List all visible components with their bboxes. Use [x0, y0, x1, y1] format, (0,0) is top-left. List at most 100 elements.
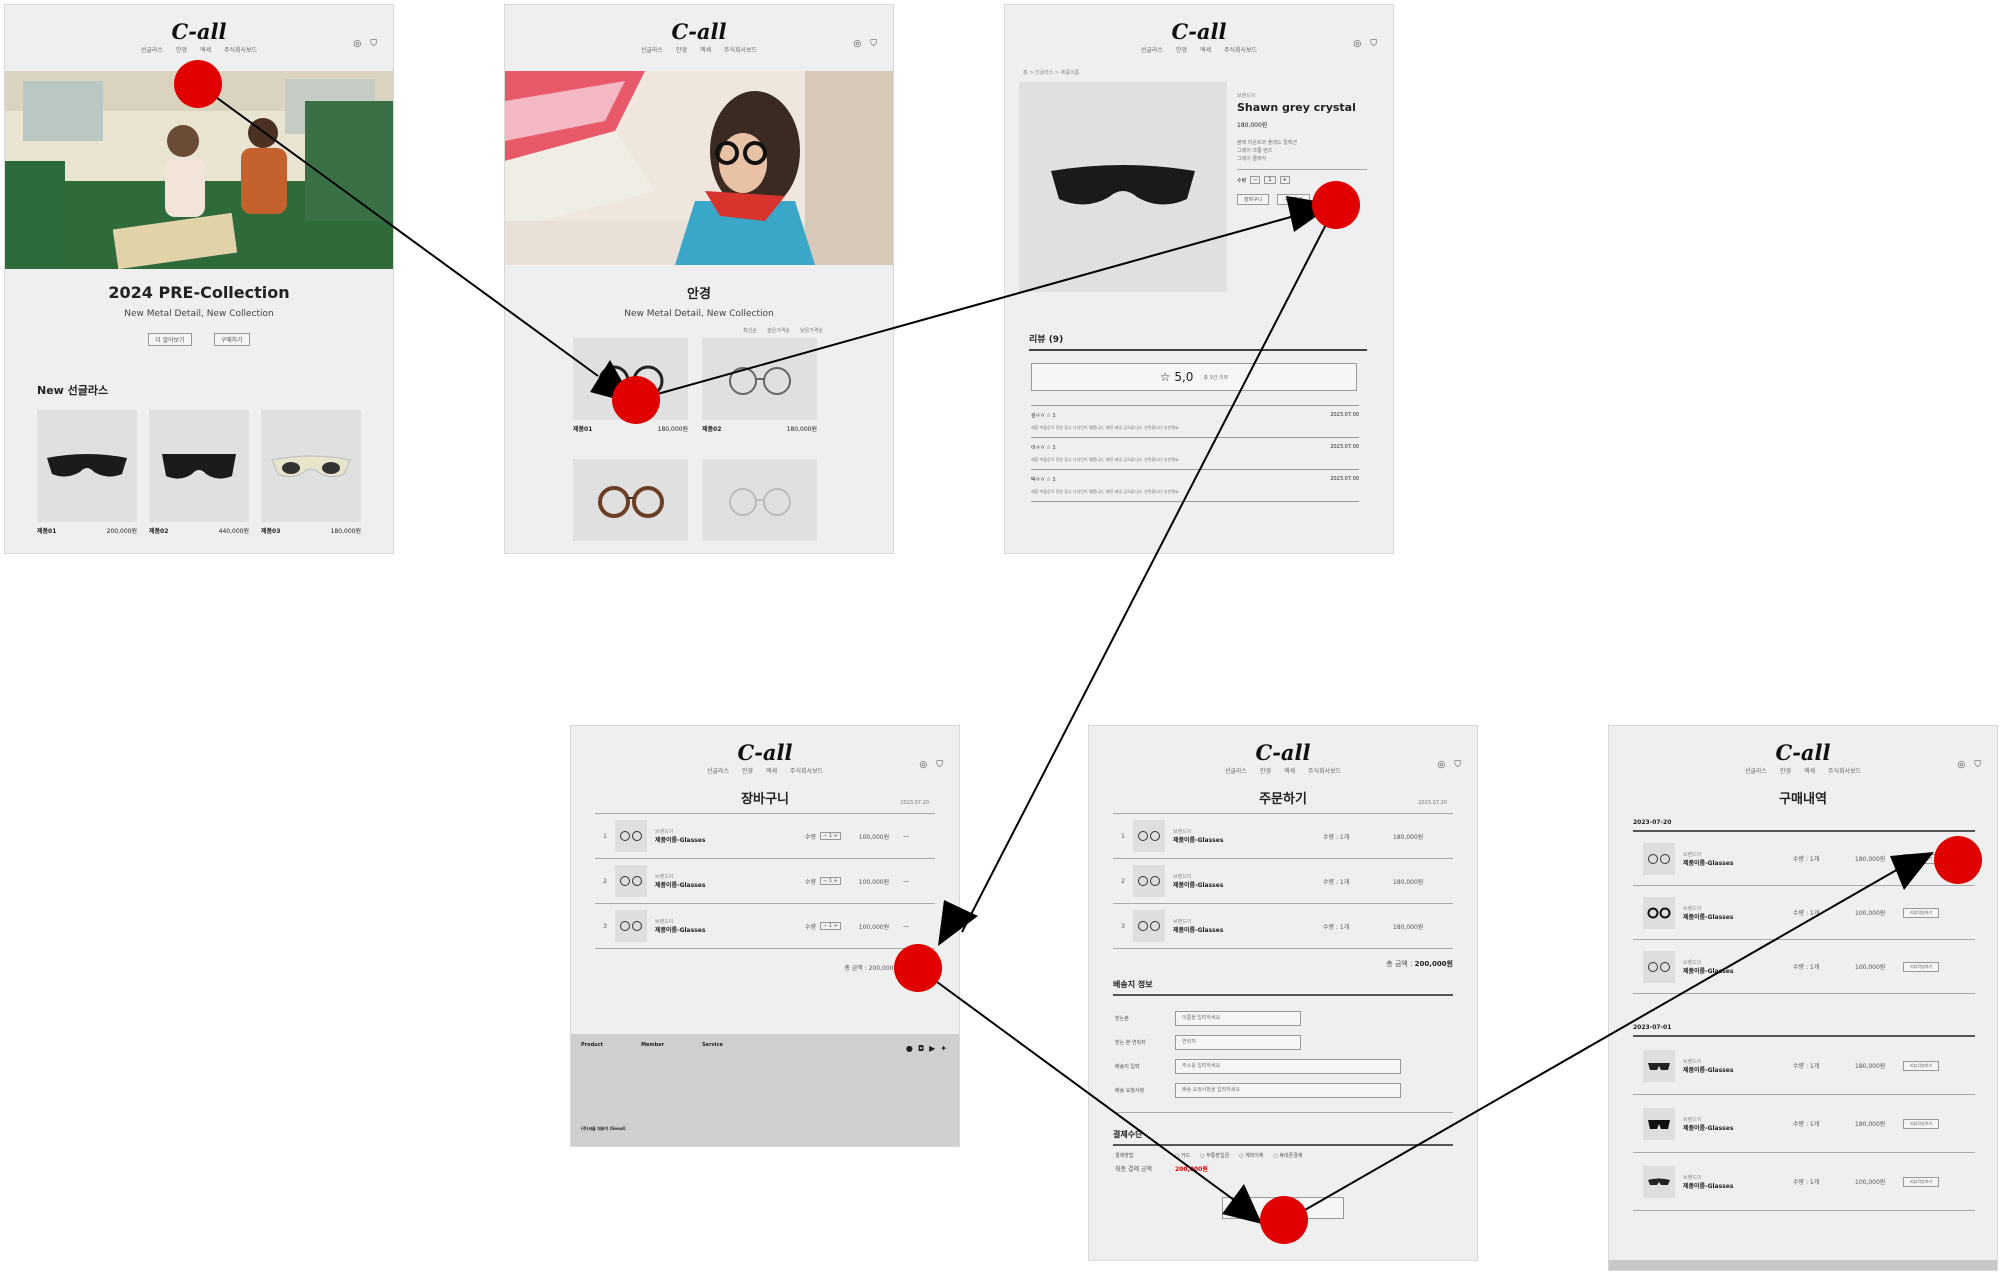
learn-more-button[interactable]: 더 알아보기	[148, 333, 192, 346]
footer-member[interactable]: Member	[641, 1042, 664, 1048]
nav-company[interactable]: 주식회사보드	[1308, 766, 1341, 775]
product-card[interactable]: 제품02 440,000원	[149, 410, 249, 535]
collection-title: 2024 PRE-Collection	[108, 283, 290, 302]
product-card[interactable]: 제품03 180,000원	[261, 410, 361, 535]
nav-company[interactable]: 주식회사보드	[224, 45, 257, 54]
cart-icon[interactable]: ⛉	[1370, 39, 1377, 49]
cart-icon[interactable]: ⛉	[870, 39, 877, 49]
qty-stepper[interactable]: − 1 +	[820, 832, 841, 840]
page-title: 안경	[687, 287, 711, 302]
remove-item-button[interactable]: —	[903, 923, 909, 930]
sort-high-price[interactable]: 높은가격순	[767, 327, 790, 334]
cart-icon[interactable]: ⛉	[1454, 760, 1461, 770]
nav-company[interactable]: 주식회사보드	[790, 766, 823, 775]
cart-icon[interactable]: ⛉	[1974, 760, 1981, 770]
pay-option-transfer[interactable]: ○ 계좌이체	[1239, 1152, 1263, 1159]
nav-sunglasses[interactable]: 선글라스	[1225, 766, 1247, 775]
nav-sunglasses[interactable]: 선글라스	[1141, 45, 1163, 54]
write-review-button[interactable]: 리뷰작성하기	[1903, 1118, 1940, 1129]
nav-company[interactable]: 주식회사보드	[724, 45, 757, 54]
glasses-icon	[598, 365, 663, 397]
nav-sunglasses[interactable]: 선글라스	[141, 45, 163, 54]
main-nav: 선글라스 안경 액세 주식회사보드	[1089, 766, 1477, 775]
site-footer	[1609, 1260, 1997, 1270]
write-review-button[interactable]: 리뷰작성하기	[1903, 907, 1940, 918]
cart-icon[interactable]: ⛉	[936, 760, 943, 770]
nav-accessory[interactable]: 액세	[1284, 766, 1295, 775]
product-card[interactable]: 제품01 180,000원	[573, 338, 688, 433]
pay-button[interactable]	[1222, 1197, 1344, 1219]
nav-glasses[interactable]: 안경	[676, 45, 687, 54]
qty-plus-button[interactable]: +	[1279, 176, 1290, 184]
add-to-cart-button[interactable]: 장바구니	[1237, 194, 1270, 205]
facebook-icon[interactable]: ●	[906, 1044, 913, 1053]
twitter-icon[interactable]: ✦	[940, 1044, 947, 1053]
logo[interactable]: C-all	[5, 19, 393, 44]
product-card[interactable]: 제품02 180,000원	[702, 338, 817, 433]
nav-accessory[interactable]: 액세	[1804, 766, 1815, 775]
site-header: C-all 선글라스 안경 액세 주식회사보드 ◎ ⛉	[1609, 726, 1997, 788]
instagram-icon[interactable]: ◘	[918, 1044, 924, 1053]
remove-item-button[interactable]: —	[903, 878, 909, 885]
nav-accessory[interactable]: 액세	[700, 45, 711, 54]
nav-accessory[interactable]: 액세	[200, 45, 211, 54]
nav-sunglasses[interactable]: 선글라스	[707, 766, 729, 775]
recipient-phone-input[interactable]	[1175, 1034, 1301, 1050]
qty-stepper[interactable]: − 1 +	[820, 877, 841, 885]
qty-input[interactable]: 1	[1264, 176, 1276, 184]
product-thumbnail[interactable]	[615, 910, 647, 942]
product-card[interactable]: 제품01 200,000원	[37, 410, 137, 535]
user-icon[interactable]: ◎	[353, 39, 361, 49]
logo[interactable]: C-all	[1089, 740, 1477, 765]
site-header: C-all 선글라스 안경 액세 주식회사보드 ◎ ⛉	[1005, 5, 1393, 67]
qty-minus-button[interactable]: −	[1250, 176, 1261, 184]
buy-now-button[interactable]: 구매하기	[1277, 194, 1310, 205]
youtube-icon[interactable]: ▶	[929, 1044, 935, 1053]
user-icon[interactable]: ◎	[1957, 760, 1965, 770]
nav-glasses[interactable]: 안경	[1780, 766, 1791, 775]
nav-company[interactable]: 주식회사보드	[1224, 45, 1257, 54]
qty-stepper[interactable]: − 1 +	[820, 922, 841, 930]
product-card[interactable]	[702, 459, 817, 541]
nav-glasses[interactable]: 안경	[1176, 45, 1187, 54]
delivery-request-input[interactable]	[1175, 1082, 1401, 1098]
remove-item-button[interactable]: —	[903, 833, 909, 840]
logo[interactable]: C-all	[571, 740, 959, 765]
nav-glasses[interactable]: 안경	[742, 766, 753, 775]
user-icon[interactable]: ◎	[1437, 760, 1445, 770]
user-icon[interactable]: ◎	[853, 39, 861, 49]
recipient-name-input[interactable]	[1175, 1010, 1301, 1026]
nav-company[interactable]: 주식회사보드	[1828, 766, 1861, 775]
user-icon[interactable]: ◎	[919, 760, 927, 770]
sunglasses-icon	[47, 454, 127, 477]
nav-accessory[interactable]: 액세	[766, 766, 777, 775]
write-review-button[interactable]: 리뷰작성하기	[1903, 1176, 1940, 1187]
nav-sunglasses[interactable]: 선글라스	[641, 45, 663, 54]
logo[interactable]: C-all	[505, 19, 893, 44]
write-review-button[interactable]: 리뷰작성하기	[1903, 853, 1940, 864]
logo[interactable]: C-all	[1609, 740, 1997, 765]
sort-low-price[interactable]: 낮은가격순	[800, 327, 823, 334]
nav-accessory[interactable]: 액세	[1200, 45, 1211, 54]
pay-option-deposit[interactable]: ○ 무통장입금	[1200, 1152, 1229, 1159]
address-input[interactable]	[1175, 1058, 1401, 1074]
sort-newest[interactable]: 최신순	[743, 327, 757, 334]
product-thumbnail[interactable]	[615, 865, 647, 897]
buy-button[interactable]: 구매하기	[213, 333, 250, 346]
pay-option-card[interactable]: ○ 카드	[1175, 1152, 1190, 1159]
cart-icon[interactable]: ⛉	[370, 39, 377, 49]
nav-sunglasses[interactable]: 선글라스	[1745, 766, 1767, 775]
write-review-button[interactable]: 리뷰작성하기	[1903, 961, 1940, 972]
product-thumbnail[interactable]	[615, 820, 647, 852]
pay-option-phone[interactable]: ○ 휴대폰결제	[1273, 1152, 1302, 1159]
footer-service[interactable]: Service	[702, 1042, 723, 1048]
nav-glasses[interactable]: 안경	[176, 45, 187, 54]
nav-glasses[interactable]: 안경	[1260, 766, 1271, 775]
logo[interactable]: C-all	[1005, 19, 1393, 44]
user-icon[interactable]: ◎	[1353, 39, 1361, 49]
product-name: 제품02	[702, 426, 722, 433]
footer-product[interactable]: Product	[581, 1042, 603, 1048]
product-name: 제품02	[149, 528, 169, 535]
write-review-button[interactable]: 리뷰작성하기	[1903, 1060, 1940, 1071]
product-card[interactable]	[573, 459, 688, 541]
